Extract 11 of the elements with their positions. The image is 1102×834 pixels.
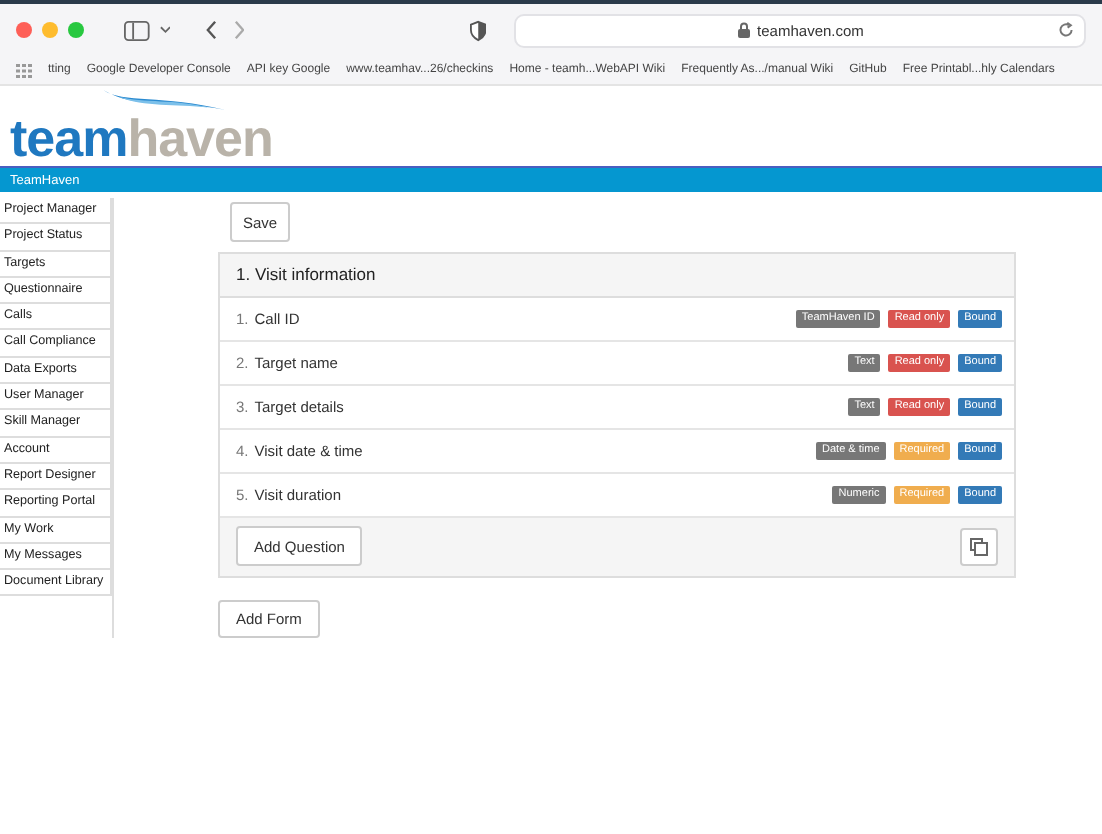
sidebar-icon[interactable] bbox=[124, 19, 150, 41]
logo-text: teamhaven bbox=[10, 114, 273, 162]
grid-icon[interactable] bbox=[16, 63, 32, 77]
copy-icon bbox=[970, 537, 988, 555]
close-icon[interactable] bbox=[16, 22, 32, 38]
shield-icon[interactable] bbox=[470, 19, 487, 41]
reload-icon[interactable] bbox=[1057, 21, 1074, 37]
chevron-down-icon[interactable] bbox=[159, 26, 171, 34]
copy-button[interactable] bbox=[960, 527, 998, 565]
lock-icon bbox=[737, 22, 750, 38]
back-icon[interactable] bbox=[206, 20, 218, 40]
